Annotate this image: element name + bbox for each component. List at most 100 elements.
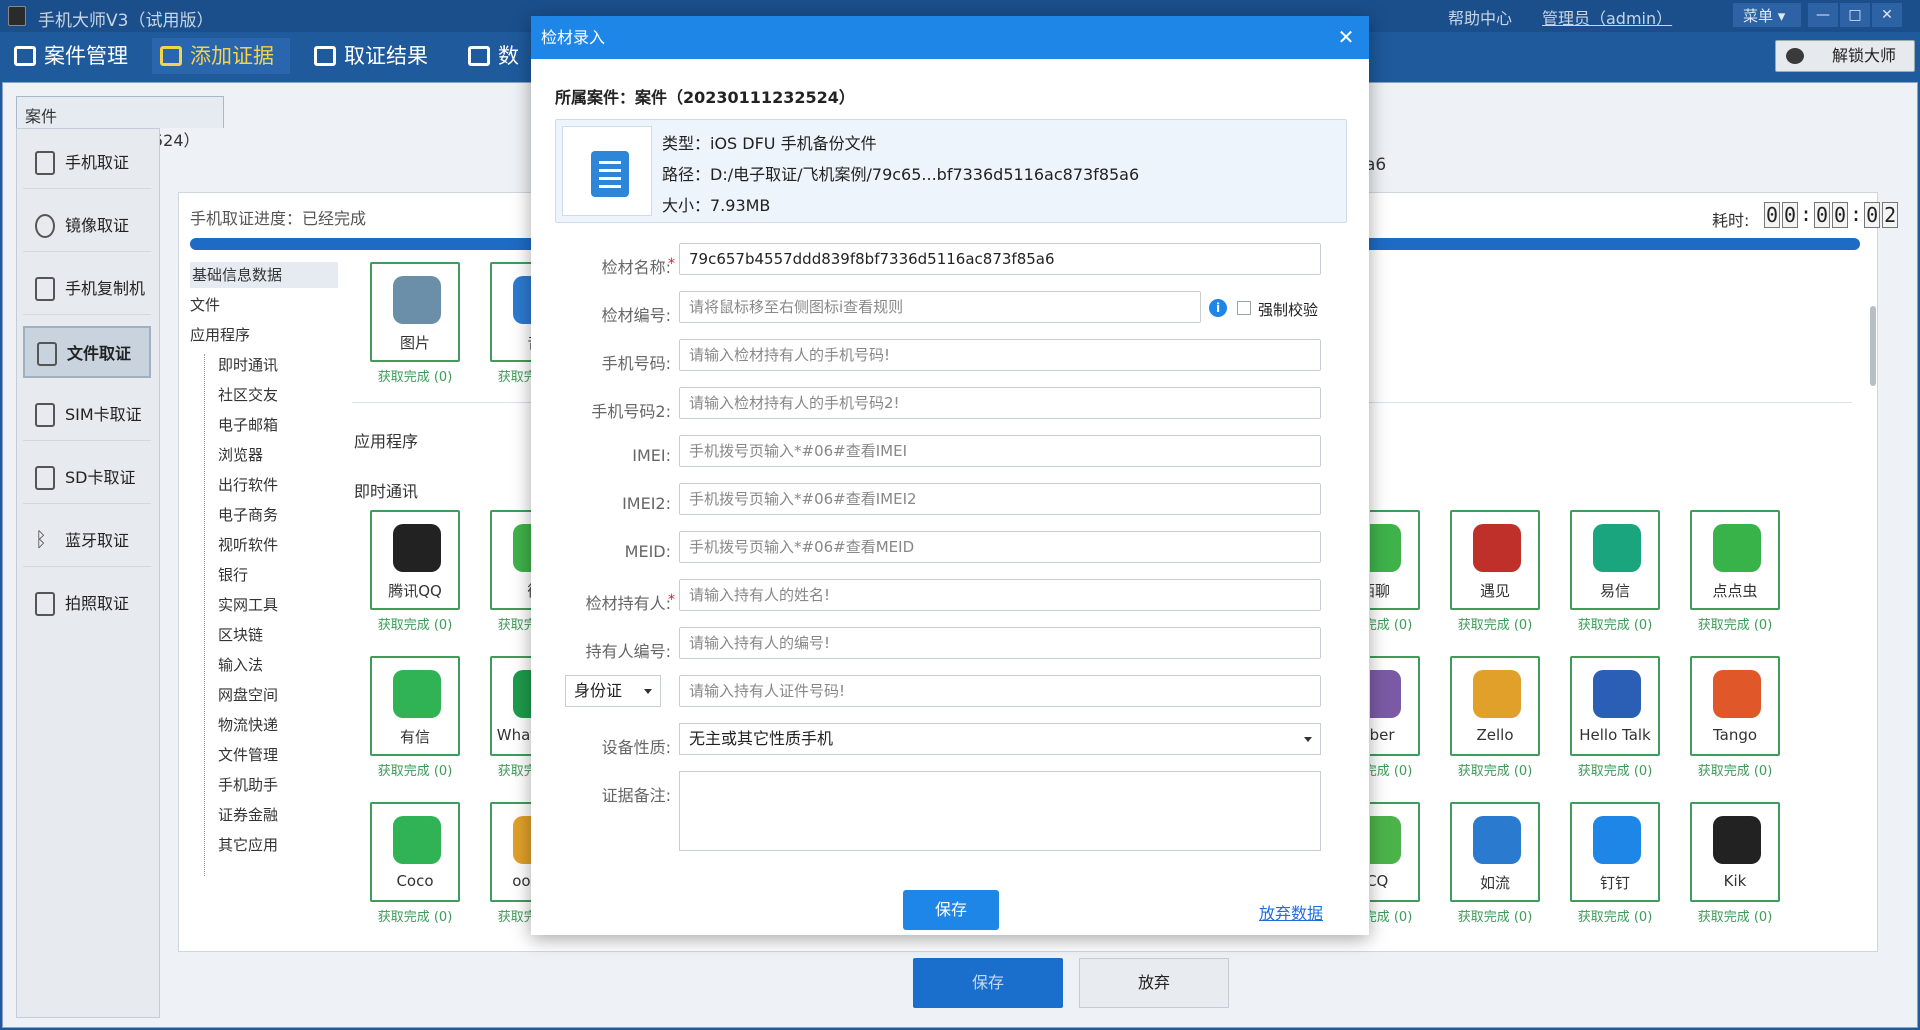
unlock-master-button[interactable]: 解锁大师 [1775,40,1915,72]
app-tile[interactable]: 如流 [1450,802,1540,902]
app-tile[interactable]: 易信 [1570,510,1660,610]
phone2-field[interactable]: 请输入检材持有人的手机号码2! [679,387,1321,419]
tree-node[interactable]: 手机助手 [218,772,278,798]
tree-node[interactable]: 基础信息数据 [190,262,338,288]
imei2-field[interactable]: 手机拨号页输入*#06#查看IMEI2 [679,483,1321,515]
app-name: Tango [1712,726,1758,744]
tree-node[interactable]: 物流快递 [218,712,278,738]
file-info-box: 类型：iOS DFU 手机备份文件 路径：D:/电子取证/飞机案例/79c65.… [555,119,1347,223]
tree-node[interactable]: 银行 [218,562,248,588]
tab-data[interactable]: 数 [460,38,519,74]
tree-node[interactable]: 浏览器 [218,442,263,468]
tab-results[interactable]: 取证结果 [306,38,428,74]
dialog-save-button[interactable]: 保存 [903,890,999,930]
device-type-select[interactable]: 无主或其它性质手机 [679,723,1321,755]
app-icon [1473,524,1521,572]
holder-code-field[interactable]: 请输入持有人的编号! [679,627,1321,659]
tree-node[interactable]: 实网工具 [218,592,278,618]
sidebar-item-bluetooth[interactable]: ᛒ 蓝牙取证 [23,515,151,567]
file-size: 大小：7.93MB [662,196,771,215]
tab-add-evidence[interactable]: 添加证据 [152,38,290,74]
force-check-checkbox[interactable] [1237,301,1251,315]
close-window-button[interactable]: ✕ [1872,3,1902,27]
sidebar-item-sim[interactable]: SIM卡取证 [23,389,151,441]
sidebar-item-copier[interactable]: 手机复制机 [23,263,151,315]
discard-button[interactable]: 放弃 [1079,958,1229,1008]
app-tile[interactable]: Zello [1450,656,1540,756]
phone-field[interactable]: 请输入检材持有人的手机号码! [679,339,1321,371]
sidebar-label: 文件取证 [67,344,132,363]
sidebar-item-sd[interactable]: SD卡取证 [23,452,151,504]
category-tree: 基础信息数据 文件 应用程序 即时通讯社区交友电子邮箱浏览器出行软件电子商务视听… [190,258,340,878]
sidebar: 手机取证 镜像取证 手机复制机 文件取证 SIM卡取证 SD卡取证 ᛒ 蓝牙取证 … [16,128,160,1018]
tree-node[interactable]: 电子商务 [218,502,278,528]
minimize-button[interactable]: — [1808,3,1838,27]
tab-case-management[interactable]: 案件管理 [6,38,128,74]
maximize-button[interactable]: □ [1840,3,1870,27]
timer-digit: 0 [1814,202,1831,228]
app-tile[interactable]: 点点虫 [1690,510,1780,610]
tree-node[interactable]: 其它应用 [218,832,278,858]
elapsed-label: 耗时: [1712,211,1750,230]
tree-node[interactable]: 区块链 [218,622,263,648]
tree-node[interactable]: 应用程序 [190,322,250,348]
field-label: 设备性质: [601,738,671,757]
id-number-field[interactable]: 请输入持有人证件号码! [679,675,1321,707]
dialog-title: 检材录入 [541,28,606,47]
tree-node[interactable]: 即时通讯 [218,352,278,378]
case-tab[interactable]: 案件（20230111232524） [16,96,224,150]
app-tile[interactable]: 有信 [370,656,460,756]
sidebar-item-phone[interactable]: 手机取证 [23,137,151,189]
evidence-code-field[interactable]: 请将鼠标移至右侧图标i查看规则 [679,291,1201,323]
scrollbar-thumb[interactable] [1870,306,1876,386]
evidence-name-field[interactable]: 79c657b4557ddd839f8bf7336d5116ac873f85a6 [679,243,1321,275]
app-name: Coco [396,872,434,890]
save-button[interactable]: 保存 [913,958,1063,1008]
tree-node[interactable]: 社区交友 [218,382,278,408]
tree-node[interactable]: 输入法 [218,652,263,678]
imei-field[interactable]: 手机拨号页输入*#06#查看IMEI [679,435,1321,467]
timer-separator: : [1800,202,1813,226]
file-path: 路径：D:/电子取证/飞机案例/79c65...bf7336d5116ac873… [662,165,1140,184]
app-tile[interactable]: 遇见 [1450,510,1540,610]
document-icon [562,126,652,216]
app-tile[interactable]: Tango [1690,656,1780,756]
tree-node[interactable]: 网盘空间 [218,682,278,708]
app-tile[interactable]: Kik [1690,802,1780,902]
abandon-data-link[interactable]: 放弃数据 [1259,900,1323,924]
evidence-note-textarea[interactable] [679,771,1321,851]
field-label: 持有人编号: [585,642,671,661]
timer-digit: 0 [1764,202,1780,228]
holder-name-field[interactable]: 请输入持有人的姓名! [679,579,1321,611]
sidebar-label: 手机复制机 [65,279,146,298]
app-tile[interactable]: Coco [370,802,460,902]
tree-node[interactable]: 出行软件 [218,472,278,498]
field-label: MEID: [624,542,671,561]
app-tile[interactable]: 钉钉 [1570,802,1660,902]
sidebar-label: SD卡取证 [65,468,136,487]
tree-node[interactable]: 文件管理 [218,742,278,768]
id-type-select[interactable]: 身份证 [565,675,661,707]
app-icon [1713,670,1761,718]
help-center-link[interactable]: 帮助中心 [1448,5,1512,29]
sidebar-item-photo[interactable]: 拍照取证 [23,578,151,630]
user-link[interactable]: 管理员（admin） [1542,5,1672,29]
sidebar-item-file[interactable]: 文件取证 [23,326,151,378]
app-status: 获取完成 (0) [1697,764,1773,779]
app-status: 获取完成 (0) [1577,618,1653,633]
camera-icon [35,592,55,616]
tree-node[interactable]: 证券金融 [218,802,278,828]
meid-field[interactable]: 手机拨号页输入*#06#查看MEID [679,531,1321,563]
required-mark: * [668,592,675,608]
menu-button[interactable]: 菜单 ▾ [1733,3,1801,27]
app-tile[interactable]: Hello Talk [1570,656,1660,756]
tree-node[interactable]: 文件 [190,292,220,318]
tree-node[interactable]: 视听软件 [218,532,278,558]
sidebar-item-image[interactable]: 镜像取证 [23,200,151,252]
app-tile[interactable]: 图片 [370,262,460,362]
close-icon[interactable]: ✕ [1335,26,1357,48]
info-icon[interactable]: i [1209,299,1227,317]
app-tile[interactable]: 腾讯QQ [370,510,460,610]
tree-node[interactable]: 电子邮箱 [218,412,278,438]
app-icon [1713,524,1761,572]
